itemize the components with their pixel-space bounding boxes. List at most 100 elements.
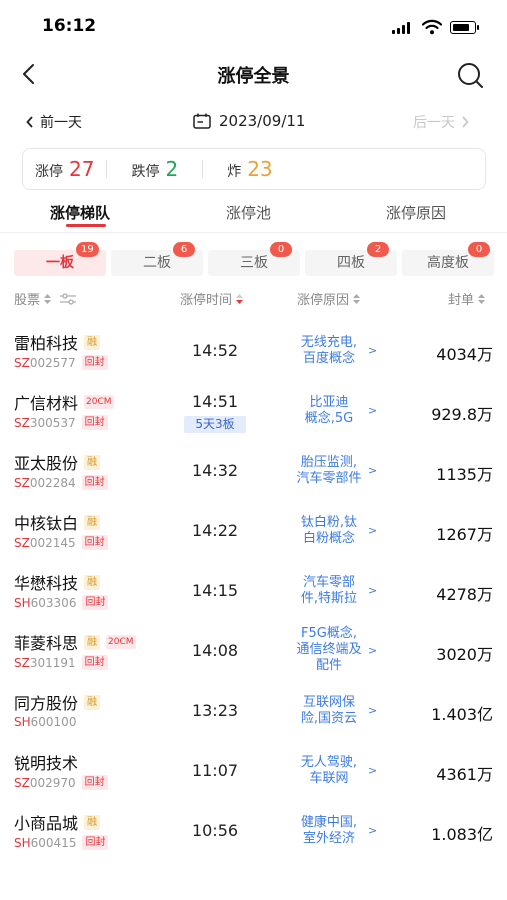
reason-line: 概念,5G: [304, 411, 354, 426]
limit-reason[interactable]: 钛白粉,钛 白粉概念: [284, 515, 374, 547]
stock-name: 华懋科技 融: [14, 570, 101, 594]
table-row[interactable]: 华懋科技 融 SH603306 回封 14:15 汽车零部 件,特斯拉 > 42…: [0, 562, 507, 622]
code-number: 301191: [29, 655, 76, 670]
reseal-tag: 回封: [81, 355, 108, 370]
status-time: 16:12: [42, 16, 97, 36]
count-badge: 0: [270, 242, 292, 257]
limit-reason[interactable]: 比亚迪 概念,5G: [284, 395, 374, 427]
prev-day-button[interactable]: 前一天: [26, 112, 82, 132]
reason-line: 汽车零部件: [296, 471, 362, 486]
column-header-amount[interactable]: 封单: [448, 289, 486, 308]
limit-summary: 涨停 27 跌停 2 炸 23: [22, 148, 486, 190]
board-tab-label: 四板: [337, 255, 365, 271]
seal-amount: 4034万: [436, 345, 493, 364]
board-tab-height[interactable]: 高度板 0: [402, 242, 494, 276]
limit-reason[interactable]: 汽车零部 件,特斯拉: [284, 575, 374, 607]
reseal-tag: 回封: [81, 655, 108, 670]
stock-name-text: 雷柏科技: [14, 334, 79, 353]
summary-limit-down[interactable]: 跌停 2: [131, 157, 178, 181]
reason-line: 车联网: [309, 771, 349, 786]
table-row[interactable]: 广信材料 20CM SZ300537 回封 14:51 5天3板 比亚迪 概念,…: [0, 382, 507, 442]
table-row[interactable]: 亚太股份 融 SZ002284 回封 14:32 胎压监测, 汽车零部件 > 1…: [0, 442, 507, 502]
battery-icon: [450, 21, 479, 34]
20cm-tag: 20CM: [106, 635, 136, 649]
stock-name: 小商品城 融: [14, 810, 101, 834]
seal-amount: 4278万: [436, 585, 493, 604]
limit-reason[interactable]: 互联网保 险,国资云: [284, 695, 374, 727]
current-date: 2023/09/11: [219, 112, 306, 130]
limit-time: 14:51: [191, 392, 239, 411]
code-number: 603306: [30, 595, 77, 610]
chevron-right-icon: >: [368, 704, 378, 717]
table-row[interactable]: 菲菱科思 融 20CM SZ301191 回封 14:08 F5G概念, 通信终…: [0, 622, 507, 682]
stock-name: 雷柏科技 融: [14, 330, 101, 354]
board-tab-label: 高度板: [427, 255, 469, 271]
chevron-right-icon: >: [368, 644, 378, 657]
column-header-stock[interactable]: 股票: [14, 289, 77, 308]
margin-tag: 融: [84, 454, 101, 470]
summary-label: 炸: [227, 164, 242, 180]
tab-limit-ladder[interactable]: 涨停梯队: [50, 202, 110, 223]
sort-icon: [44, 293, 52, 304]
summary-limit-up[interactable]: 涨停 27: [35, 157, 94, 181]
main-tabs: 涨停梯队 涨停池 涨停原因: [0, 196, 507, 232]
margin-tag: 融: [84, 814, 101, 830]
column-header-label: 封单: [448, 293, 475, 308]
search-icon[interactable]: [456, 61, 484, 89]
limit-reason[interactable]: F5G概念, 通信终端及 配件: [284, 626, 374, 674]
tab-limit-reasons[interactable]: 涨停原因: [386, 202, 446, 223]
board-tab-4[interactable]: 四板 2: [305, 242, 397, 276]
column-header-label: 涨停时间: [180, 293, 233, 308]
reason-line: 健康中国,: [300, 815, 358, 830]
chevron-right-icon: [462, 116, 469, 128]
settings-sliders-icon[interactable]: [59, 292, 77, 305]
limit-time: 10:56: [191, 821, 239, 840]
board-tab-1[interactable]: 一板 19: [14, 242, 106, 276]
reason-line: 件,特斯拉: [300, 591, 358, 606]
column-header-time[interactable]: 涨停时间: [180, 289, 244, 308]
market-code: SZ: [14, 655, 30, 670]
margin-tag: 融: [84, 514, 101, 530]
market-code: SZ: [14, 415, 30, 430]
stock-name-text: 亚太股份: [14, 454, 79, 473]
board-tab-3[interactable]: 三板 0: [208, 242, 300, 276]
next-day-button[interactable]: 后一天: [413, 112, 469, 132]
table-row[interactable]: 雷柏科技 融 SZ002577 回封 14:52 无线充电, 百度概念 > 40…: [0, 322, 507, 382]
board-tab-2[interactable]: 二板 6: [111, 242, 203, 276]
code-number: 002970: [29, 775, 76, 790]
sort-icon: [353, 293, 361, 304]
stock-code: SZ300537 回封: [14, 415, 108, 430]
summary-label: 跌停: [131, 164, 160, 180]
column-header-reason[interactable]: 涨停原因: [297, 289, 361, 308]
limit-time: 14:22: [191, 521, 239, 540]
reason-line: 通信终端及: [296, 642, 362, 657]
count-badge: 6: [173, 242, 195, 257]
stock-code: SZ002577 回封: [14, 355, 108, 370]
table-row[interactable]: 中核钛白 融 SZ002145 回封 14:22 钛白粉,钛 白粉概念 > 12…: [0, 502, 507, 562]
seal-amount: 1.083亿: [431, 825, 493, 844]
reason-line: 无线充电,: [300, 335, 358, 350]
table-row[interactable]: 小商品城 融 SH600415 回封 10:56 健康中国, 室外经济 > 1.…: [0, 802, 507, 862]
code-number: 300537: [29, 415, 76, 430]
chevron-right-icon: >: [368, 824, 378, 837]
tab-limit-pool[interactable]: 涨停池: [226, 202, 271, 223]
table-row[interactable]: 同方股份 融 SH600100 13:23 互联网保 险,国资云 > 1.403…: [0, 682, 507, 742]
column-header-label: 股票: [14, 293, 41, 308]
table-row[interactable]: 锐明技术 SZ002970 回封 11:07 无人驾驶, 车联网 > 4361万: [0, 742, 507, 802]
limit-reason[interactable]: 健康中国, 室外经济: [284, 815, 374, 847]
code-number: 600100: [30, 715, 77, 729]
stock-name: 同方股份 融: [14, 690, 101, 714]
prev-day-label: 前一天: [40, 115, 82, 131]
summary-value: 2: [165, 157, 179, 181]
date-picker[interactable]: 2023/09/11: [193, 112, 305, 130]
reason-line: 汽车零部: [302, 575, 355, 590]
stock-code: SZ002284 回封: [14, 475, 108, 490]
limit-reason[interactable]: 胎压监测, 汽车零部件: [284, 455, 374, 487]
limit-time: 14:32: [191, 461, 239, 480]
summary-broken[interactable]: 炸 23: [227, 157, 272, 181]
limit-reason[interactable]: 无线充电, 百度概念: [284, 335, 374, 367]
board-tab-label: 一板: [46, 255, 74, 271]
limit-reason[interactable]: 无人驾驶, 车联网: [284, 755, 374, 787]
seal-amount: 1.403亿: [431, 705, 493, 724]
limit-time: 14:15: [191, 581, 239, 600]
